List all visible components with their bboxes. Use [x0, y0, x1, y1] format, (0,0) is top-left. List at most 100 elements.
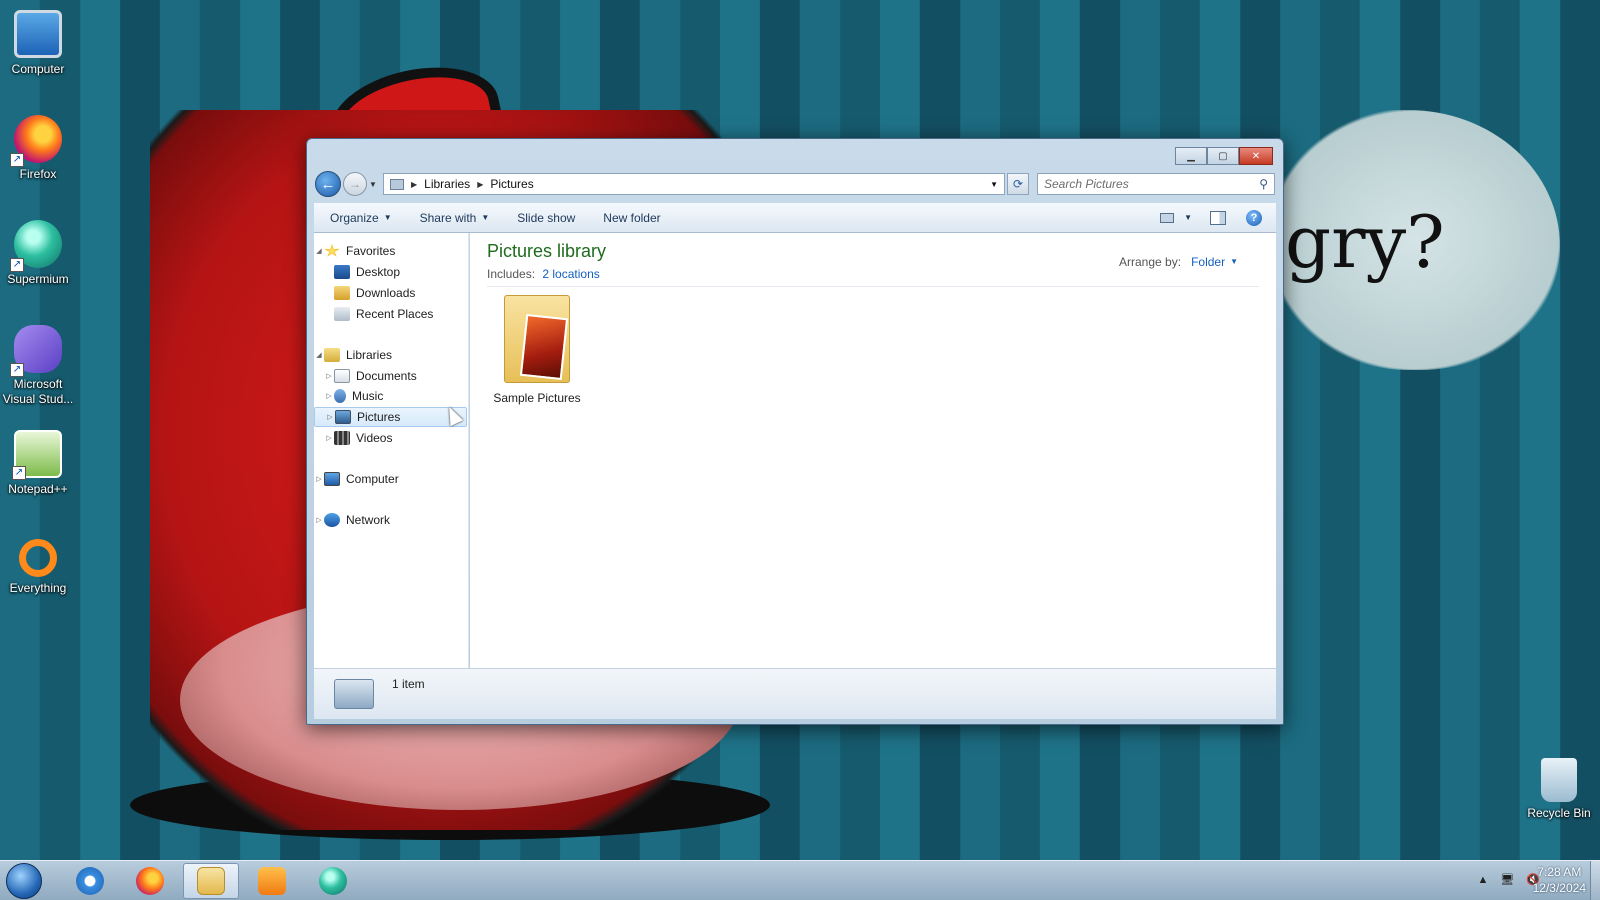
- breadcrumb-pictures[interactable]: Pictures: [490, 177, 533, 191]
- nav-item-computer[interactable]: ▷ Computer: [314, 469, 467, 489]
- back-button[interactable]: ←: [315, 171, 341, 197]
- chevron-down-icon[interactable]: ▼: [1230, 257, 1238, 269]
- chevron-down-icon: ▼: [383, 213, 392, 222]
- start-button[interactable]: [6, 863, 42, 899]
- desktop-icon-label: Supermium: [7, 272, 69, 286]
- arrange-by-dropdown[interactable]: Folder: [1191, 255, 1225, 269]
- address-bar[interactable]: ▶ Libraries ▶ Pictures ▼: [383, 173, 1005, 195]
- collapse-arrow-icon[interactable]: ▷: [324, 392, 334, 400]
- expand-arrow-icon[interactable]: ◢: [314, 351, 324, 359]
- downloads-icon: [334, 286, 350, 300]
- library-title: Pictures library: [487, 241, 607, 261]
- view-options-dropdown-icon[interactable]: ▼: [1184, 213, 1192, 222]
- desktop-icon-label: Recycle Bin: [1527, 806, 1591, 820]
- forward-arrow-icon: →: [349, 177, 361, 191]
- desktop-icon-visual-studio[interactable]: ↗ Microsoft Visual Stud...: [0, 325, 78, 407]
- network-status-icon[interactable]: 🖥: [1500, 873, 1514, 886]
- library-includes: Includes: 2 locations: [487, 267, 600, 281]
- collapse-arrow-icon[interactable]: ▷: [314, 516, 324, 524]
- library-locations-link[interactable]: 2 locations: [542, 267, 599, 281]
- nav-item-music[interactable]: ▷ Music: [314, 386, 467, 406]
- nav-label: Music: [352, 389, 384, 403]
- desktop-icon-label: Firefox: [19, 167, 57, 181]
- nav-label: Libraries: [346, 348, 393, 362]
- desktop-icon-label: Computer: [11, 62, 65, 76]
- taskbar-firefox[interactable]: [122, 863, 178, 899]
- computer-icon: [324, 472, 340, 486]
- taskbar-clock[interactable]: 7:28 AM 12/3/2024: [1533, 864, 1586, 896]
- slide-show-button[interactable]: Slide show: [517, 211, 575, 225]
- taskbar-media-player[interactable]: [244, 863, 300, 899]
- nav-item-downloads[interactable]: Downloads: [314, 283, 467, 303]
- clock-date: 12/3/2024: [1532, 881, 1586, 895]
- show-hidden-icons-icon[interactable]: ▲: [1477, 874, 1488, 886]
- taskbar-internet-explorer[interactable]: [62, 863, 118, 899]
- collapse-arrow-icon[interactable]: ▷: [324, 372, 334, 380]
- includes-label: Includes:: [487, 267, 536, 281]
- forward-button[interactable]: →: [343, 172, 367, 196]
- collapse-arrow-icon[interactable]: ▷: [324, 434, 334, 442]
- refresh-button[interactable]: ⟳: [1007, 173, 1029, 195]
- expand-arrow-icon[interactable]: ◢: [314, 247, 324, 255]
- clock-time: 7:28 AM: [1537, 865, 1582, 879]
- close-button[interactable]: ✕: [1239, 147, 1273, 165]
- nav-item-desktop[interactable]: Desktop: [314, 262, 467, 282]
- maximize-button[interactable]: ▢: [1207, 147, 1239, 165]
- nav-item-videos[interactable]: ▷ Videos: [314, 428, 467, 448]
- search-placeholder: Search Pictures: [1044, 177, 1129, 191]
- explorer-window: ▁ ▢ ✕ ← → ▼ ▶ Libraries ▶ Pictures ▼ ⟳ S…: [306, 138, 1284, 725]
- nav-label: Videos: [356, 431, 393, 445]
- nav-label: Recent Places: [356, 307, 434, 321]
- taskbar-windows-explorer[interactable]: [183, 863, 239, 899]
- desktop-icon-label: Microsoft Visual Stud...: [2, 377, 74, 406]
- show-desktop-button[interactable]: [1590, 861, 1600, 900]
- collapse-arrow-icon[interactable]: ▷: [325, 413, 335, 421]
- picture-folder-icon: [504, 295, 570, 383]
- breadcrumb-libraries[interactable]: Libraries: [424, 177, 470, 191]
- nav-label: Network: [346, 513, 391, 527]
- taskbar-supermium[interactable]: [305, 863, 361, 899]
- collapse-arrow-icon[interactable]: ▷: [314, 475, 324, 483]
- window-controls: ▁ ▢ ✕: [1175, 147, 1273, 165]
- videos-icon: [334, 431, 350, 445]
- folder-name: Sample Pictures: [493, 391, 581, 405]
- breadcrumb-separator-icon[interactable]: ▶: [477, 180, 483, 189]
- desktop-icon-label: Notepad++: [8, 482, 68, 496]
- folder-thumbnail: [519, 313, 569, 381]
- nav-item-libraries[interactable]: ◢ Libraries: [314, 345, 467, 365]
- desktop-icon-computer[interactable]: Computer: [0, 10, 78, 77]
- recent-pages-dropdown[interactable]: ▼: [367, 180, 379, 189]
- share-with-button[interactable]: Share with ▼: [420, 211, 490, 225]
- nav-item-network[interactable]: ▷ Network: [314, 510, 467, 530]
- desktop-icon-everything[interactable]: Everything: [0, 535, 78, 596]
- help-icon[interactable]: ?: [1246, 209, 1262, 226]
- visual-studio-icon: ↗: [10, 325, 62, 377]
- recent-places-icon: [334, 307, 350, 321]
- supermium-icon: ↗: [10, 220, 62, 272]
- nav-item-documents[interactable]: ▷ Documents: [314, 366, 467, 386]
- nav-item-recent-places[interactable]: Recent Places: [314, 304, 467, 324]
- nav-label: Computer: [346, 472, 399, 486]
- media-player-icon: [258, 867, 286, 895]
- library-computer-icon: [334, 679, 374, 709]
- search-input[interactable]: Search Pictures ⚲: [1037, 173, 1275, 195]
- minimize-button[interactable]: ▁: [1175, 147, 1207, 165]
- change-view-icon[interactable]: [1160, 212, 1175, 223]
- documents-icon: [334, 369, 350, 383]
- address-history-dropdown-icon[interactable]: ▼: [990, 180, 998, 189]
- organize-button[interactable]: Organize ▼: [330, 211, 392, 225]
- new-folder-button[interactable]: New folder: [603, 211, 660, 225]
- everything-icon: [19, 539, 57, 577]
- folder-item-sample-pictures[interactable]: Sample Pictures: [488, 295, 586, 405]
- desktop-icon-recycle-bin[interactable]: Recycle Bin: [1519, 758, 1599, 821]
- shortcut-arrow-icon: ↗: [10, 363, 24, 377]
- command-bar: Organize ▼ Share with ▼ Slide show New fol…: [314, 203, 1276, 233]
- desktop-icon-notepad-plus-plus[interactable]: ↗ Notepad++: [0, 430, 78, 497]
- nav-item-favorites[interactable]: ◢ Favorites: [314, 241, 467, 261]
- breadcrumb-separator-icon[interactable]: ▶: [411, 180, 417, 189]
- preview-pane-icon[interactable]: [1210, 210, 1226, 225]
- computer-icon: [14, 10, 62, 58]
- search-icon[interactable]: ⚲: [1259, 177, 1268, 191]
- desktop-icon-firefox[interactable]: ↗ Firefox: [0, 115, 78, 182]
- desktop-icon-supermium[interactable]: ↗ Supermium: [0, 220, 78, 287]
